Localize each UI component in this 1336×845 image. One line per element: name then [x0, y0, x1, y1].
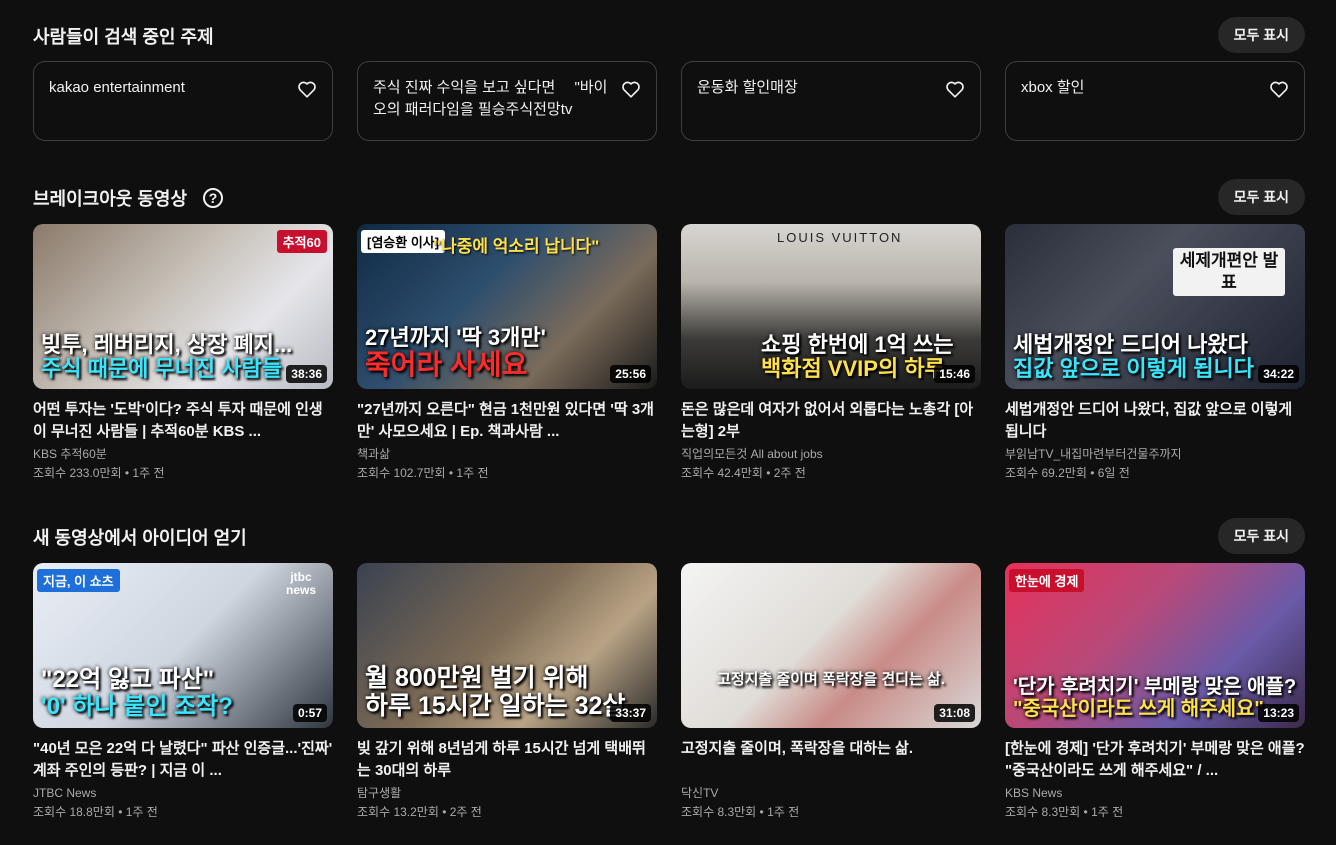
video-card[interactable]: 추적60 빚투, 레버리지, 상장 폐지... 주식 때문에 무너진 사람들 38…	[33, 224, 333, 483]
section-title: 브레이크아웃 동영상?	[33, 185, 224, 211]
topic-list: kakao entertainment 주식 진짜 수익을 보고 싶다면 "바이…	[33, 61, 1305, 141]
video-meta: 조회수 42.4만회 • 2주 전	[681, 466, 806, 480]
video-thumbnail[interactable]: 지금, 이 쇼츠 jtbc news "22억 잃고 파산" '0' 하나 붙인 …	[33, 563, 333, 728]
heart-icon[interactable]	[944, 78, 966, 100]
video-thumbnail[interactable]: 세제개편안 발표 세법개정안 드디어 나왔다 집값 앞으로 이렇게 됩니다 34:…	[1005, 224, 1305, 389]
channel-name[interactable]: 직업의모든것 All about jobs	[681, 445, 981, 463]
topic-chip[interactable]: kakao entertainment	[33, 61, 333, 141]
topic-chip[interactable]: 주식 진짜 수익을 보고 싶다면 "바이오의 패러다임을 필승주식전망tv	[357, 61, 657, 141]
video-meta: 조회수 233.0만회 • 1주 전	[33, 466, 165, 480]
video-title[interactable]: 세법개정안 드디어 나왔다, 집값 앞으로 이렇게 됩니다	[1005, 399, 1305, 443]
video-meta: 조회수 102.7만회 • 1주 전	[357, 466, 489, 480]
video-duration: 34:22	[1258, 365, 1299, 383]
video-duration: 13:23	[1258, 704, 1299, 722]
video-meta: 조회수 18.8만회 • 1주 전	[33, 805, 158, 819]
thumbnail-caption: 세법개정안 드디어 나왔다 집값 앞으로 이렇게 됩니다	[1013, 331, 1254, 381]
video-thumbnail[interactable]: 고정지출 줄이며 폭락장을 견디는 삶. 31:08	[681, 563, 981, 728]
video-meta: 조회수 13.2만회 • 2주 전	[357, 805, 482, 819]
topic-chip[interactable]: 운동화 할인매장	[681, 61, 981, 141]
video-card[interactable]: [염승환 이사] "나중에 억소리 납니다" 27년까지 '딱 3개만' 죽어라 …	[357, 224, 657, 483]
video-duration: 0:57	[292, 704, 327, 722]
video-title[interactable]: 빚 갚기 위해 8년넘게 하루 15시간 넘게 택배뛰는 30대의 하루	[357, 738, 657, 782]
topic-label: xbox 할인	[1021, 79, 1085, 96]
heart-icon[interactable]	[620, 78, 642, 100]
video-meta: 조회수 8.3만회 • 1주 전	[1005, 805, 1124, 819]
section-header: 새 동영상에서 아이디어 얻기 모두 표시	[33, 518, 1305, 554]
video-grid: 추적60 빚투, 레버리지, 상장 폐지... 주식 때문에 무너진 사람들 38…	[33, 224, 1305, 483]
show-all-button[interactable]: 모두 표시	[1217, 17, 1305, 53]
video-card[interactable]: LOUIS VUITTON 쇼핑 한번에 1억 쓰는 백화점 VVIP의 하루 1…	[681, 224, 981, 483]
thumbnail-tag: 한눈에 경제	[1009, 569, 1085, 592]
video-duration: 25:56	[610, 365, 651, 383]
video-meta: 조회수 69.2만회 • 6일 전	[1005, 466, 1130, 480]
section-header: 브레이크아웃 동영상? 모두 표시	[33, 179, 1305, 215]
video-card[interactable]: 세제개편안 발표 세법개정안 드디어 나왔다 집값 앞으로 이렇게 됩니다 34:…	[1005, 224, 1305, 483]
video-title[interactable]: 돈은 많은데 여자가 없어서 외롭다는 노총각 [아는형] 2부	[681, 399, 981, 443]
video-title[interactable]: "40년 모은 22억 다 날렸다" 파산 인증글...'진짜' 계좌 주인의 …	[33, 738, 333, 782]
channel-name[interactable]: 닥신TV	[681, 784, 981, 802]
section-title: 새 동영상에서 아이디어 얻기	[33, 528, 247, 548]
video-title[interactable]: "27년까지 오른다" 현금 1천만원 있다면 '딱 3개만' 사모으세요 | …	[357, 399, 657, 443]
channel-name[interactable]: 탐구생활	[357, 784, 657, 802]
channel-name[interactable]: KBS News	[1005, 784, 1305, 802]
video-duration: 33:37	[610, 704, 651, 722]
ideas-section: 새 동영상에서 아이디어 얻기 모두 표시 지금, 이 쇼츠 jtbc news…	[33, 518, 1305, 819]
video-card[interactable]: 지금, 이 쇼츠 jtbc news "22억 잃고 파산" '0' 하나 붙인 …	[33, 563, 333, 822]
heart-icon[interactable]	[1268, 78, 1290, 100]
show-all-button[interactable]: 모두 표시	[1217, 518, 1305, 554]
video-card[interactable]: 한눈에 경제 '단가 후려치기' 부메랑 맞은 애플? "중국산이라도 쓰게 해주…	[1005, 563, 1305, 822]
breakout-section: 브레이크아웃 동영상? 모두 표시 추적60 빚투, 레버리지, 상장 폐지..…	[33, 179, 1305, 480]
thumbnail-tag: 지금, 이 쇼츠	[37, 569, 120, 592]
channel-name[interactable]: 책과삶	[357, 445, 657, 463]
heart-icon[interactable]	[296, 78, 318, 100]
thumbnail-tag: 추적60	[276, 230, 327, 253]
channel-name[interactable]: JTBC News	[33, 784, 333, 802]
help-icon[interactable]: ?	[203, 188, 224, 208]
video-card[interactable]: 고정지출 줄이며 폭락장을 견디는 삶. 31:08 고정지출 줄이며, 폭락장…	[681, 563, 981, 822]
video-title[interactable]: 어떤 투자는 '도박'이다? 주식 투자 때문에 인생이 무너진 사람들 | 추…	[33, 399, 333, 443]
topic-label: 운동화 할인매장	[697, 79, 798, 96]
thumbnail-caption: 고정지출 줄이며 폭락장을 견디는 삶.	[717, 670, 945, 688]
video-card[interactable]: 월 800만원 벌기 위해 하루 15시간 일하는 32살 33:37 빚 갚기 …	[357, 563, 657, 822]
video-thumbnail[interactable]: 추적60 빚투, 레버리지, 상장 폐지... 주식 때문에 무너진 사람들 38…	[33, 224, 333, 389]
topics-section: 사람들이 검색 중인 주제 모두 표시 kakao entertainment …	[33, 17, 1305, 141]
video-grid: 지금, 이 쇼츠 jtbc news "22억 잃고 파산" '0' 하나 붙인 …	[33, 563, 1305, 822]
thumbnail-tag: 세제개편안 발표	[1173, 248, 1285, 297]
channel-name[interactable]: 부읽남TV_내집마련부터건물주까지	[1005, 445, 1305, 463]
thumbnail-caption: '단가 후려치기' 부메랑 맞은 애플? "중국산이라도 쓰게 해주세요"	[1013, 676, 1297, 720]
video-thumbnail[interactable]: 한눈에 경제 '단가 후려치기' 부메랑 맞은 애플? "중국산이라도 쓰게 해주…	[1005, 563, 1305, 728]
thumbnail-caption: 빚투, 레버리지, 상장 폐지... 주식 때문에 무너진 사람들	[41, 331, 293, 381]
topic-label: 주식 진짜 수익을 보고 싶다면 "바이오의 패러다임을 필승주식전망tv	[373, 79, 608, 118]
channel-name[interactable]: KBS 추적60분	[33, 445, 333, 463]
video-thumbnail[interactable]: 월 800만원 벌기 위해 하루 15시간 일하는 32살 33:37	[357, 563, 657, 728]
thumbnail-caption: "22억 잃고 파산" '0' 하나 붙인 조작?	[41, 666, 233, 720]
video-title[interactable]: 고정지출 줄이며, 폭락장을 대하는 삶.	[681, 738, 981, 782]
video-duration: 38:36	[286, 365, 327, 383]
topic-label: kakao entertainment	[49, 79, 185, 96]
video-meta: 조회수 8.3만회 • 1주 전	[681, 805, 800, 819]
video-duration: 31:08	[934, 704, 975, 722]
section-header: 사람들이 검색 중인 주제 모두 표시	[33, 17, 1305, 53]
video-title[interactable]: [한눈에 경제] '단가 후려치기' 부메랑 맞은 애플? "중국산이라도 쓰게…	[1005, 738, 1305, 782]
show-all-button[interactable]: 모두 표시	[1217, 179, 1305, 215]
video-thumbnail[interactable]: LOUIS VUITTON 쇼핑 한번에 1억 쓰는 백화점 VVIP의 하루 1…	[681, 224, 981, 389]
news-logo: jtbc news	[285, 570, 316, 598]
thumbnail-caption: 월 800만원 벌기 위해 하루 15시간 일하는 32살	[365, 664, 626, 720]
thumbnail-headline: "나중에 억소리 납니다"	[433, 237, 600, 256]
section-title: 사람들이 검색 중인 주제	[33, 27, 214, 47]
thumbnail-caption: 27년까지 '딱 3개만' 죽어라 사세요	[365, 325, 546, 381]
video-duration: 15:46	[934, 365, 975, 383]
video-thumbnail[interactable]: [염승환 이사] "나중에 억소리 납니다" 27년까지 '딱 3개만' 죽어라 …	[357, 224, 657, 389]
topic-chip[interactable]: xbox 할인	[1005, 61, 1305, 141]
thumbnail-tag: LOUIS VUITTON	[777, 230, 903, 245]
